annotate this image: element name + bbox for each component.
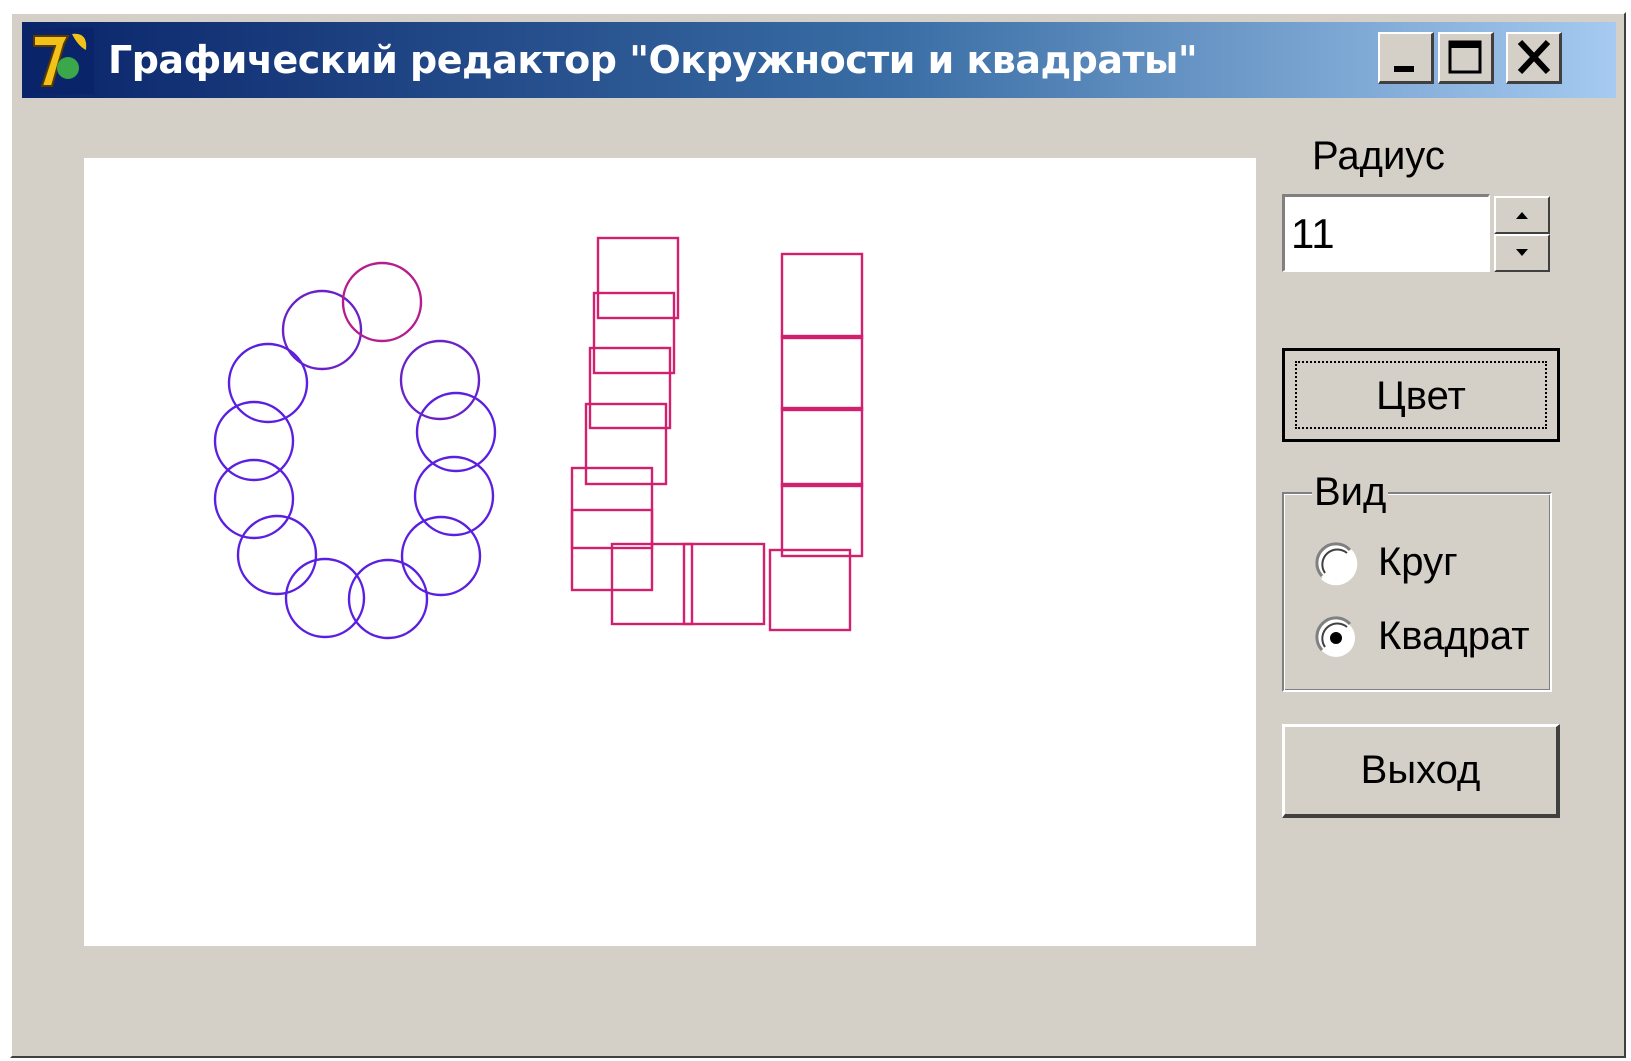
drawn-circle [281, 289, 363, 371]
window-title: Графический редактор "Окружности и квадр… [108, 38, 1198, 82]
maximize-button[interactable] [1438, 32, 1494, 84]
arrow-up-icon [1516, 212, 1528, 219]
drawn-square [584, 402, 668, 486]
drawn-square [570, 466, 654, 550]
radius-label: Радиус [1312, 134, 1445, 178]
close-icon [1517, 39, 1551, 75]
drawn-circle [213, 400, 295, 482]
drawn-circle [341, 261, 423, 343]
radio-label-circle: Круг [1378, 540, 1458, 584]
drawn-circle [347, 558, 429, 640]
drawn-circle [236, 514, 318, 596]
app-window: Графический редактор "Окружности и квадр… [10, 12, 1626, 1058]
drawn-square [780, 482, 864, 558]
drawn-square [780, 406, 864, 488]
drawing-canvas[interactable] [84, 158, 1256, 946]
minimize-button[interactable] [1378, 32, 1434, 84]
drawn-square [682, 542, 766, 626]
drawn-square [592, 291, 676, 375]
exit-button[interactable]: Выход [1282, 724, 1560, 818]
color-button[interactable]: Цвет [1282, 348, 1560, 442]
minimize-icon [1394, 66, 1414, 72]
view-group-title: Вид [1312, 470, 1389, 514]
radio-unchecked-icon [1315, 542, 1358, 586]
view-groupbox: Вид Круг Квадрат [1282, 470, 1552, 692]
delphi-app-icon [28, 28, 94, 94]
drawn-circle [400, 515, 482, 597]
radius-decrement-button[interactable] [1494, 234, 1550, 272]
maximize-icon [1448, 40, 1482, 74]
arrow-down-icon [1516, 249, 1528, 256]
drawn-square [588, 346, 672, 430]
drawn-circle [227, 342, 309, 424]
drawn-circle [413, 455, 495, 537]
drawn-circle [213, 458, 295, 540]
close-button[interactable] [1506, 32, 1562, 84]
radio-checked-icon [1315, 616, 1355, 657]
color-button-label: Цвет [1295, 361, 1547, 429]
drawn-square [768, 548, 852, 632]
drawing-area [213, 236, 864, 640]
drawn-square [780, 334, 864, 412]
drawn-circle [284, 557, 366, 639]
radius-increment-button[interactable] [1494, 196, 1550, 234]
drawn-square [780, 252, 864, 340]
drawn-circle [415, 391, 497, 473]
radio-label-square: Квадрат [1378, 614, 1530, 658]
drawn-circle [399, 339, 481, 421]
drawn-square [596, 236, 680, 320]
radius-input[interactable] [1282, 194, 1490, 272]
title-bar[interactable]: Графический редактор "Окружности и квадр… [22, 22, 1616, 98]
